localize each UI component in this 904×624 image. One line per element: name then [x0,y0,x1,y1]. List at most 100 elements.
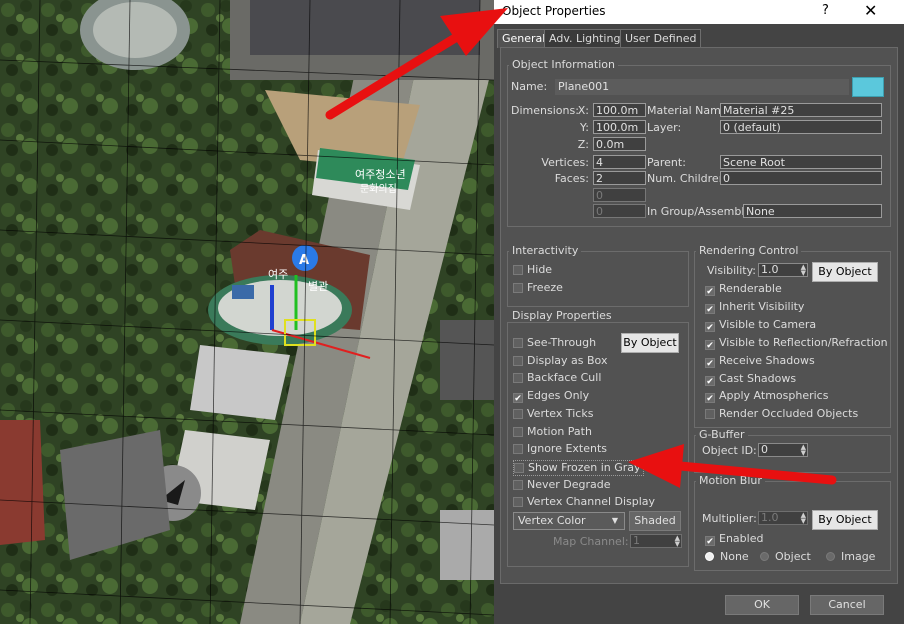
checkbox-label: Never Degrade [527,477,611,491]
x-label: X: [577,104,589,117]
cancel-button[interactable]: Cancel [810,595,884,615]
rendering-renderable-checkbox[interactable]: ✔ Renderable [705,282,782,297]
multiplier-value: 1.0 [761,511,779,524]
rendering-control-title: Rendering Control [696,244,802,257]
dimension-y-field: 100.0m [593,120,646,134]
parent-field: Scene Root [720,155,882,169]
motion-blur-by-object-button[interactable]: By Object [812,510,878,530]
checkbox-label: Visible to Reflection/Refraction [719,335,888,349]
rendering-receive-shadows-checkbox[interactable]: ✔ Receive Shadows [705,353,815,369]
rendering-cast-shadows-checkbox[interactable]: ✔ Cast Shadows [705,372,796,387]
name-label: Name: [511,80,548,93]
display-show-frozen-in-gray-checkbox[interactable]: Show Frozen in Gray [513,459,644,476]
checkbox-label: Vertex Ticks [527,406,594,420]
visibility-spinner[interactable]: 1.0 ▲ ▼ [758,263,808,277]
image-label: Image [841,550,876,563]
display-never-degrade-checkbox[interactable]: Never Degrade [513,478,611,492]
object-id-label: Object ID: [702,444,757,457]
rendering-inherit-visibility-checkbox[interactable]: ✔ Inherit Visibility [705,299,805,315]
display-see-through-checkbox[interactable]: See-Through [513,336,596,350]
display-backface-cull-checkbox[interactable]: Backface Cull [513,371,601,385]
display-motion-path-checkbox[interactable]: Motion Path [513,425,592,439]
display-edges-only-checkbox[interactable]: ✔ Edges Only [513,389,590,404]
map-channel-spinner[interactable]: 1 ▲ ▼ [630,534,682,548]
building-sign-3: 여주 [268,268,288,281]
spinner-arrows-icon: ▲ ▼ [800,263,806,277]
checkbox-label: Edges Only [527,389,590,403]
checkbox-icon [513,408,523,419]
object-label: Object [775,550,811,563]
object-properties-dialog: Object Properties ? ✕ General Adv. Light… [494,0,904,624]
faces-field: 2 [593,171,646,185]
checkmark-icon: ✔ [705,321,715,333]
map-channel-label: Map Channel: [553,535,629,548]
checkbox-label: Ignore Extents [527,442,608,456]
checkbox-label: Motion Path [527,424,592,438]
visibility-label: Visibility: [707,264,757,277]
vertex-color-dropdown[interactable]: Vertex Color ▼ [513,512,625,530]
tab-general[interactable]: General [497,29,551,48]
object-id-spinner[interactable]: 0 ▲ ▼ [758,443,808,457]
layer-field: 0 (default) [720,120,882,134]
checkmark-icon: ✔ [705,357,715,369]
title-bar[interactable]: Object Properties ? ✕ [494,0,904,24]
dimension-x-field: 100.0m [593,103,646,117]
enabled-label: Enabled [719,532,764,545]
group-label: In Group/Assembly: [647,205,754,218]
freeze-checkbox[interactable]: Freeze [513,281,563,295]
object-color-swatch[interactable] [852,77,884,97]
group-field: None [743,204,882,218]
motion-blur-image-radio[interactable]: Image [826,550,875,564]
checkbox-label: Show Frozen in Gray [528,460,641,474]
tab-adv-lighting[interactable]: Adv. Lighting [544,29,626,48]
layer-label: Layer: [647,121,682,134]
spinner-arrows-icon: ▲ ▼ [674,534,680,548]
checkbox-label: Visible to Camera [719,317,817,331]
checkbox-icon [513,479,523,490]
rendering-visible-to-reflection-refraction-checkbox[interactable]: ✔ Visible to Reflection/Refraction [705,335,888,351]
name-field[interactable]: Plane001 [555,79,849,95]
checkbox-label: Receive Shadows [719,353,815,367]
display-ignore-extents-checkbox[interactable]: Ignore Extents [513,442,607,456]
display-vertex-channel-display-checkbox[interactable]: Vertex Channel Display [513,495,655,509]
help-button[interactable]: ? [822,3,829,18]
rendering-render-occluded-objects-checkbox[interactable]: Render Occluded Objects [705,407,858,421]
display-by-object-button[interactable]: By Object [621,333,679,353]
motion-blur-none-radio[interactable]: None [705,550,749,564]
freeze-label: Freeze [527,281,563,294]
hide-checkbox[interactable]: Hide [513,263,552,277]
close-button[interactable]: ✕ [864,1,877,20]
rendering-apply-atmospherics-checkbox[interactable]: ✔ Apply Atmospherics [705,389,828,404]
general-tab-panel: Object Information Name: Plane001 Dimens… [500,47,898,584]
rendering-by-object-button[interactable]: By Object [812,262,878,282]
ok-button[interactable]: OK [725,595,799,615]
checkmark-icon: ✔ [705,536,715,547]
checkbox-icon [513,355,523,366]
num-children-field: 0 [720,171,882,185]
vertices-label: Vertices: [541,156,589,169]
checkbox-label: Display as Box [527,353,608,367]
motion-blur-object-radio[interactable]: Object [760,550,811,564]
multiplier-spinner[interactable]: 1.0 ▲ ▼ [758,511,808,525]
extra-count-field-2: 0 [593,204,646,218]
checkbox-icon [513,265,523,275]
tab-user-defined[interactable]: User Defined [620,29,702,48]
interactivity-title: Interactivity [509,244,582,257]
checkbox-icon [513,283,523,293]
checkbox-label: Vertex Channel Display [527,495,656,509]
map-channel-value: 1 [633,534,640,547]
viewport[interactable]: 여주청소년 문화의집 여주 별관 A [0,0,494,624]
display-properties-title: Display Properties [509,309,615,322]
num-children-label: Num. Children: [647,172,730,185]
rendering-visible-to-camera-checkbox[interactable]: ✔ Visible to Camera [705,317,817,333]
enabled-checkbox[interactable]: ✔ Enabled [705,532,764,547]
checkbox-label: Inherit Visibility [719,299,805,313]
checkbox-icon [514,462,524,473]
material-name-label: Material Name: [647,104,732,117]
checkbox-icon [513,338,523,348]
building-sign-4: 별관 [308,280,328,293]
checkbox-icon [705,409,715,420]
display-vertex-ticks-checkbox[interactable]: Vertex Ticks [513,407,593,421]
shaded-button[interactable]: Shaded [629,511,681,531]
display-display-as-box-checkbox[interactable]: Display as Box [513,354,607,368]
